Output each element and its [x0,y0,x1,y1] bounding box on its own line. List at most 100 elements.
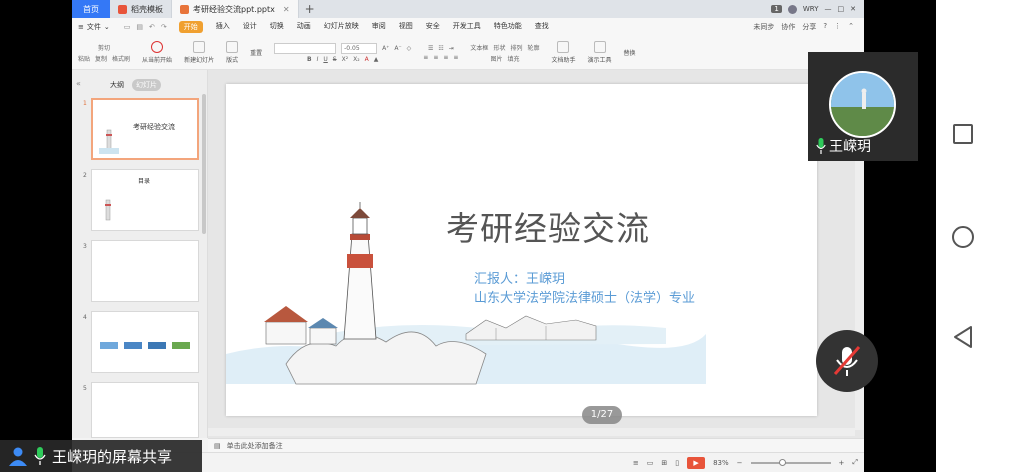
file-menu[interactable]: ≡ 文件 ⌄ [72,22,116,32]
zoom-out-icon[interactable]: − [737,459,743,467]
user-name[interactable]: WRY [803,5,819,13]
recent-apps-button[interactable] [953,124,973,144]
save-icon[interactable]: ▭ [124,23,131,31]
text-box-button[interactable]: 文本框 [470,43,488,52]
maximize-icon[interactable]: □ [838,5,845,13]
share-button[interactable]: 分享 [802,22,816,32]
tab-slides[interactable]: 幻灯片 [132,79,161,91]
panel-scrollbar[interactable] [202,94,206,234]
tab-developer[interactable]: 开发工具 [453,21,481,33]
tab-slideshow[interactable]: 幻灯片放映 [324,21,359,33]
tab-document[interactable]: 考研经验交流ppt.pptx ✕ [172,0,299,18]
subscript-icon[interactable]: X₂ [353,56,360,63]
user-avatar[interactable] [787,4,797,14]
search-command[interactable]: 查找 [535,21,549,33]
tab-outline[interactable]: 大纲 [110,80,124,90]
slide-affiliation[interactable]: 山东大学法学院法律硕士（法学）专业 [474,287,695,306]
slide-thumbnail-4[interactable] [91,311,199,373]
clear-format-icon[interactable]: ◇ [407,45,412,52]
undo-icon[interactable]: ↶ [149,23,155,31]
font-family-select[interactable] [274,42,337,54]
collapse-panel-icon[interactable]: « [76,79,81,88]
presentation-tools-button[interactable]: 演示工具 [588,55,612,64]
zoom-slider-knob[interactable] [778,458,786,466]
replace-button[interactable]: 替换 [624,48,636,57]
format-painter-button[interactable]: 格式刷 [112,54,130,63]
help-icon[interactable]: ? [823,22,827,32]
fit-to-window-icon[interactable]: ⤢ [852,458,858,467]
tab-transition[interactable]: 切换 [270,21,284,33]
cut-button[interactable]: 剪切 [98,43,110,52]
zoom-slider[interactable] [750,458,831,466]
back-button[interactable] [952,325,974,349]
notes-placeholder[interactable]: 单击此处添加备注 [227,441,283,451]
grow-font-icon[interactable]: A⁺ [382,45,389,52]
zoom-level[interactable]: 83% [713,459,729,467]
tab-home[interactable]: 首页 [72,0,110,18]
highlight-icon[interactable]: ▲ [374,56,379,63]
zoom-in-icon[interactable]: + [839,459,845,467]
slide-thumbnail-2[interactable]: 目录 [91,169,199,231]
tab-design[interactable]: 设计 [243,21,257,33]
doc-helper-button[interactable]: 文档助手 [551,55,575,64]
tab-insert[interactable]: 插入 [216,21,230,33]
collapse-ribbon-icon[interactable]: ⌃ [848,22,854,32]
outline-button[interactable]: 轮廓 [527,43,539,52]
new-slide-button[interactable]: 新建幻灯片 [184,55,214,64]
bullets-icon[interactable]: ☰ [428,45,433,52]
slide-reporter[interactable]: 汇报人：王嵘玥 [474,268,565,287]
canvas-horizontal-scrollbar[interactable] [208,428,855,436]
shrink-font-icon[interactable]: A⁻ [394,45,401,52]
window-close-icon[interactable]: ✕ [850,5,856,13]
collaborate-button[interactable]: 协作 [781,22,795,32]
play-slideshow-button[interactable]: ▶ [687,456,706,469]
superscript-icon[interactable]: X² [342,56,349,63]
align-right-icon[interactable]: ≡ [443,54,448,61]
tab-features[interactable]: 特色功能 [494,21,522,33]
tab-close-icon[interactable]: ✕ [283,5,290,14]
play-from-current-button[interactable]: 从当前开始 [142,55,172,64]
notification-badge[interactable]: 1 [771,5,782,13]
tab-security[interactable]: 安全 [426,21,440,33]
numbering-icon[interactable]: ☷ [438,45,443,52]
slide-title[interactable]: 考研经验交流 [446,202,650,250]
arrange-button[interactable]: 排列 [510,43,522,52]
align-center-icon[interactable]: ≡ [433,54,438,61]
indent-icon[interactable]: ⇥ [449,45,454,52]
copy-button[interactable]: 复制 [95,54,107,63]
mute-toggle-button[interactable] [816,330,878,392]
align-left-icon[interactable]: ≡ [423,54,428,61]
reset-button[interactable]: 重置 [250,48,262,57]
more-icon[interactable]: ⋮ [834,22,841,32]
print-icon[interactable]: ▤ [136,23,143,31]
fill-button[interactable]: 填充 [507,54,519,63]
tab-animation[interactable]: 动画 [297,21,311,33]
redo-icon[interactable]: ↷ [161,23,167,31]
notes-toggle-icon[interactable]: ≡ [633,459,639,467]
tab-review[interactable]: 审阅 [372,21,386,33]
current-slide[interactable]: 考研经验交流 汇报人：王嵘玥 山东大学法学院法律硕士（法学）专业 [226,84,817,416]
tab-start[interactable]: 开始 [178,21,203,33]
tab-template[interactable]: 稻壳模板 [110,0,172,18]
picture-button[interactable]: 图片 [490,54,502,63]
shapes-button[interactable]: 形状 [493,43,505,52]
reading-view-icon[interactable]: ▯ [675,459,679,467]
underline-icon[interactable]: U [323,56,327,63]
slide-thumbnail-3[interactable] [91,240,199,302]
tab-view[interactable]: 视图 [399,21,413,33]
normal-view-icon[interactable]: ▭ [647,459,654,467]
slide-thumbnail-5[interactable] [91,382,199,438]
sorter-view-icon[interactable]: ⊞ [661,459,667,467]
font-size-select[interactable]: -0.05 [341,42,378,54]
strike-icon[interactable]: S [333,56,337,63]
minimize-icon[interactable]: — [825,5,832,13]
sync-status[interactable]: 未同步 [753,22,774,32]
paste-button[interactable]: 粘贴 [78,54,90,63]
home-button[interactable] [952,226,974,248]
notes-bar[interactable]: ▤ 单击此处添加备注 [208,438,864,452]
font-color-icon[interactable]: A [365,56,369,63]
layout-button[interactable]: 版式 [226,55,238,64]
participant-video-tile[interactable]: 王嵘玥 [808,52,918,161]
new-tab-button[interactable]: + [299,0,321,18]
bold-icon[interactable]: B [307,56,312,63]
